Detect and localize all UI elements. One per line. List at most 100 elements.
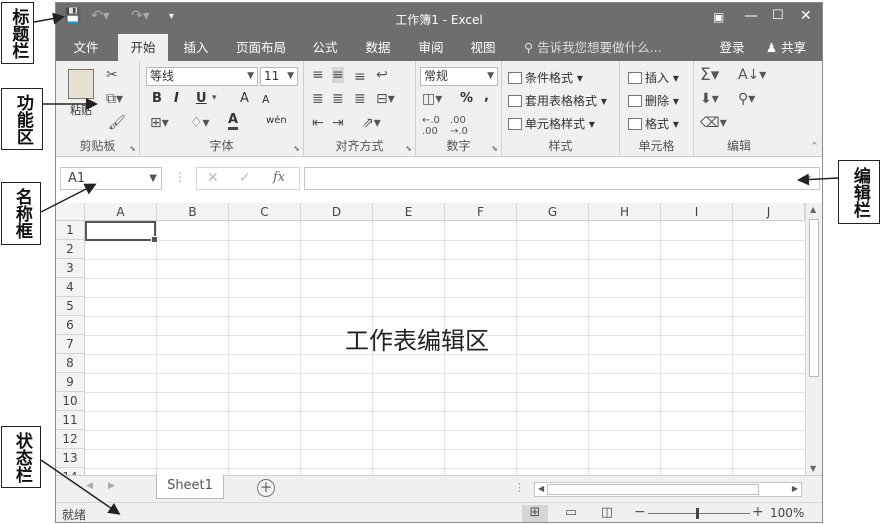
zoom-slider[interactable]: [648, 508, 750, 519]
sort-filter-icon[interactable]: A↓▾: [738, 67, 766, 83]
zoom-slider-thumb[interactable]: [696, 508, 699, 519]
bold-button[interactable]: B: [152, 91, 162, 106]
conditional-formatting-button[interactable]: 条件格式 ▾: [508, 69, 583, 86]
row-header[interactable]: 8: [56, 354, 85, 373]
enter-icon[interactable]: ✓: [239, 170, 251, 186]
collapse-ribbon-icon[interactable]: ⌃: [810, 140, 819, 153]
formula-input[interactable]: ⌄: [304, 167, 820, 190]
zoom-in-button[interactable]: +: [752, 504, 764, 520]
cancel-icon[interactable]: ✕: [207, 170, 219, 186]
align-middle-icon[interactable]: ≡: [332, 67, 344, 83]
font-size-dropdown[interactable]: 11 ▼: [260, 67, 298, 86]
column-header[interactable]: F: [445, 203, 517, 221]
align-right-icon[interactable]: ≣: [354, 91, 366, 107]
close-icon[interactable]: ✕: [800, 8, 812, 24]
italic-button[interactable]: I: [174, 91, 179, 106]
tab-insert[interactable]: 插入: [172, 34, 220, 61]
row-header[interactable]: 11: [56, 411, 85, 430]
copy-icon[interactable]: ⧉▾: [106, 91, 123, 107]
row-header[interactable]: 5: [56, 297, 85, 316]
select-all-corner[interactable]: [56, 203, 85, 221]
shrink-font-button[interactable]: A: [262, 93, 270, 106]
clear-icon[interactable]: ⌫▾: [700, 115, 727, 131]
insert-function-icon[interactable]: fx: [273, 170, 285, 185]
expand-formula-icon[interactable]: ⌄: [805, 170, 813, 181]
tab-file[interactable]: 文件: [62, 34, 110, 61]
insert-cells-button[interactable]: 插入 ▾: [628, 69, 679, 86]
scroll-up-icon[interactable]: ▲: [810, 205, 816, 214]
dialog-launcher-icon[interactable]: ⬊: [405, 144, 412, 153]
row-header[interactable]: 4: [56, 278, 85, 297]
merge-center-icon[interactable]: ⊟▾: [376, 91, 395, 107]
align-bottom-icon[interactable]: ≡: [354, 69, 366, 85]
row-header[interactable]: 7: [56, 335, 85, 354]
row-header[interactable]: 2: [56, 240, 85, 259]
column-header[interactable]: D: [301, 203, 373, 221]
delete-cells-button[interactable]: 删除 ▾: [628, 92, 679, 109]
horizontal-scrollbar[interactable]: ◀ ▶: [534, 482, 802, 497]
border-icon[interactable]: ⊞▾: [150, 115, 169, 131]
increase-decimal-icon[interactable]: ←.0.00: [422, 115, 440, 137]
autosum-icon[interactable]: Σ▾: [700, 65, 719, 85]
row-header[interactable]: 1: [56, 221, 85, 240]
paste-button[interactable]: 粘贴: [66, 69, 96, 129]
row-header[interactable]: 12: [56, 430, 85, 449]
login-link[interactable]: 登录: [712, 34, 752, 61]
share-button[interactable]: ♟ 共享: [758, 34, 814, 61]
row-header[interactable]: 13: [56, 449, 85, 468]
next-sheet-icon[interactable]: ▶: [108, 481, 115, 491]
scroll-thumb[interactable]: [547, 484, 759, 495]
scroll-down-icon[interactable]: ▼: [810, 464, 816, 473]
tab-data[interactable]: 数据: [354, 34, 402, 61]
comma-button[interactable]: ,: [484, 89, 489, 104]
page-layout-view-icon[interactable]: ▭: [558, 505, 584, 522]
align-center-icon[interactable]: ≣: [332, 91, 344, 107]
dialog-launcher-icon[interactable]: ⬊: [129, 144, 136, 153]
tab-review[interactable]: 审阅: [408, 34, 454, 61]
cut-icon[interactable]: ✂: [106, 67, 118, 83]
add-sheet-icon[interactable]: +: [257, 479, 275, 497]
underline-button[interactable]: U: [196, 91, 207, 106]
zoom-out-button[interactable]: −: [634, 504, 646, 520]
align-left-icon[interactable]: ≣: [312, 91, 324, 107]
dialog-launcher-icon[interactable]: ⬊: [293, 144, 300, 153]
tab-view[interactable]: 视图: [460, 34, 506, 61]
format-cells-button[interactable]: 格式 ▾: [628, 115, 679, 132]
dialog-launcher-icon[interactable]: ⬊: [491, 144, 498, 153]
name-box[interactable]: A1 ▼: [60, 167, 162, 190]
chevron-down-icon[interactable]: ▾: [212, 93, 217, 103]
font-name-dropdown[interactable]: 等线 ▼: [146, 67, 258, 86]
phonetic-button[interactable]: wén: [266, 115, 287, 126]
tab-page-layout[interactable]: 页面布局: [226, 34, 296, 61]
find-select-icon[interactable]: ⚲▾: [738, 91, 755, 107]
currency-icon[interactable]: ◫▾: [422, 91, 442, 107]
tell-me-search[interactable]: ⚲ 告诉我您想要做什么...: [524, 34, 662, 61]
decrease-decimal-icon[interactable]: .00 →.0: [450, 115, 468, 137]
maximize-icon[interactable]: ☐: [772, 8, 784, 23]
fill-color-icon[interactable]: ♢▾: [190, 115, 210, 131]
column-header[interactable]: B: [157, 203, 229, 221]
row-header[interactable]: 10: [56, 392, 85, 411]
scroll-right-icon[interactable]: ▶: [792, 484, 798, 493]
align-top-icon[interactable]: ≡: [312, 67, 324, 83]
row-header[interactable]: 14: [56, 468, 85, 475]
scroll-left-icon[interactable]: ◀: [538, 484, 544, 493]
column-header[interactable]: A: [85, 203, 157, 221]
normal-view-icon[interactable]: ⊞: [522, 505, 548, 522]
sheet-tab[interactable]: Sheet1: [156, 475, 224, 499]
column-header[interactable]: H: [589, 203, 661, 221]
percent-button[interactable]: %: [460, 91, 473, 106]
decrease-indent-icon[interactable]: ⇤: [312, 115, 324, 131]
ribbon-display-icon[interactable]: ▣: [713, 10, 724, 24]
orientation-icon[interactable]: ⇗▾: [362, 115, 381, 131]
column-header[interactable]: C: [229, 203, 301, 221]
tab-home[interactable]: 开始: [118, 34, 168, 61]
page-break-view-icon[interactable]: ◫: [594, 505, 620, 522]
cell-styles-button[interactable]: 单元格样式 ▾: [508, 115, 595, 132]
prev-sheet-icon[interactable]: ◀: [86, 481, 93, 491]
column-header[interactable]: E: [373, 203, 445, 221]
wrap-text-icon[interactable]: ↩: [376, 67, 388, 83]
format-as-table-button[interactable]: 套用表格格式 ▾: [508, 92, 607, 109]
fill-icon[interactable]: ⬇▾: [700, 91, 719, 107]
zoom-level[interactable]: 100%: [770, 506, 804, 520]
